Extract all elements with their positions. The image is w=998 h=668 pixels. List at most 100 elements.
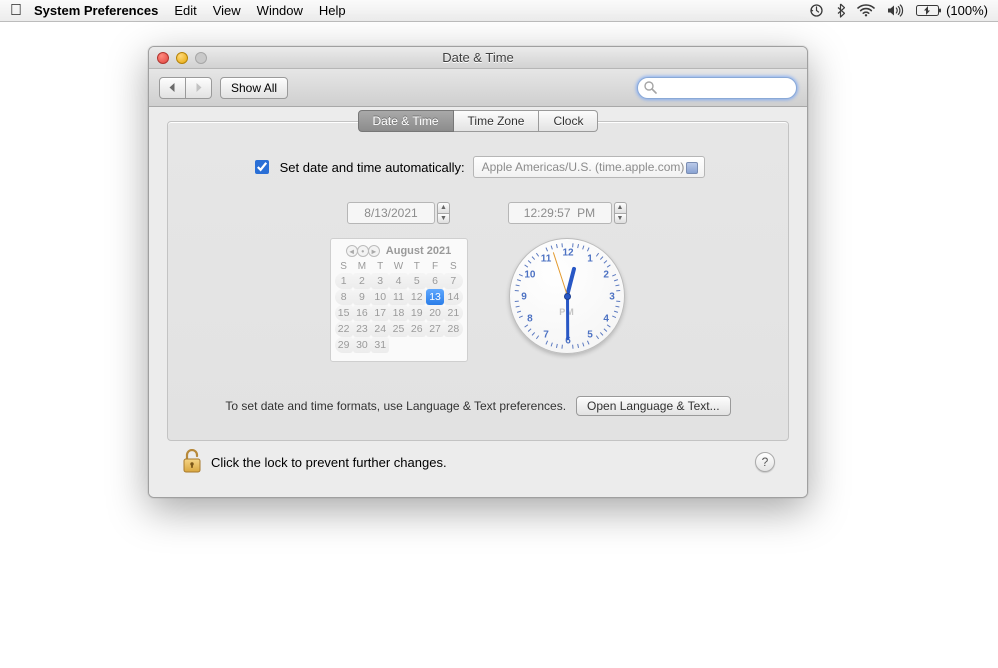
calendar-day: [408, 337, 426, 353]
calendar-day: 29: [335, 337, 353, 353]
time-server-select[interactable]: Apple Americas/U.S. (time.apple.com): [473, 156, 706, 178]
tab-time-zone[interactable]: Time Zone: [454, 110, 540, 132]
tab-date-time[interactable]: Date & Time: [358, 110, 454, 132]
battery-status[interactable]: (100%): [916, 3, 988, 18]
time-column: ▲▼ PM 123456789101112: [508, 202, 627, 354]
clock-numeral: 10: [524, 270, 535, 281]
show-all-button[interactable]: Show All: [220, 77, 288, 99]
search-input[interactable]: [637, 77, 797, 99]
calendar-day: 20: [426, 305, 444, 321]
calendar-day: 7: [444, 273, 462, 289]
calendar-dow: F: [426, 260, 444, 273]
calendar-nav: ◂ • ▸: [346, 245, 380, 257]
calendar: ◂ • ▸ August 2021 SMTWTFS 12345678910111…: [330, 238, 468, 362]
calendar-day: 4: [389, 273, 407, 289]
menu-window[interactable]: Window: [257, 3, 303, 18]
calendar-dow: W: [389, 260, 407, 273]
calendar-day: 27: [426, 321, 444, 337]
calendar-day: 31: [371, 337, 389, 353]
back-button[interactable]: [159, 77, 186, 99]
calendar-today-icon: •: [357, 245, 369, 257]
clock-numeral: 12: [562, 248, 573, 259]
calendar-day: 24: [371, 321, 389, 337]
menubar:  System Preferences Edit View Window He…: [0, 0, 998, 22]
time-field: [508, 202, 612, 224]
volume-icon[interactable]: [887, 4, 904, 17]
calendar-day: 12: [408, 289, 426, 305]
close-window-button[interactable]: [157, 52, 169, 64]
menu-help[interactable]: Help: [319, 3, 346, 18]
format-hint-text: To set date and time formats, use Langua…: [225, 399, 566, 413]
forward-button: [186, 77, 212, 99]
calendar-day: 13: [426, 289, 444, 305]
clock-numeral: 11: [541, 253, 552, 264]
auto-date-checkbox[interactable]: [255, 160, 269, 174]
wifi-icon[interactable]: [857, 4, 875, 17]
calendar-day: 26: [408, 321, 426, 337]
calendar-day: 5: [408, 273, 426, 289]
help-button[interactable]: ?: [755, 452, 775, 472]
calendar-grid: SMTWTFS 12345678910111213141516171819202…: [335, 260, 463, 353]
battery-percent: (100%): [946, 3, 988, 18]
window-title: Date & Time: [149, 50, 807, 65]
calendar-prev-icon: ◂: [346, 245, 358, 257]
analog-clock: PM 123456789101112: [509, 238, 625, 354]
app-menu[interactable]: System Preferences: [34, 3, 158, 18]
time-machine-icon[interactable]: [809, 3, 824, 18]
calendar-day: 30: [353, 337, 371, 353]
calendar-day: 6: [426, 273, 444, 289]
calendar-dow: S: [335, 260, 353, 273]
calendar-next-icon: ▸: [368, 245, 380, 257]
bluetooth-icon[interactable]: [836, 3, 845, 18]
calendar-day: 15: [335, 305, 353, 321]
calendar-day: 23: [353, 321, 371, 337]
calendar-day: 21: [444, 305, 462, 321]
main-panel: Date & Time Time Zone Clock Set date and…: [167, 121, 789, 441]
calendar-dow: M: [353, 260, 371, 273]
calendar-day: 25: [389, 321, 407, 337]
calendar-month-label: August 2021: [386, 245, 451, 257]
menu-edit[interactable]: Edit: [174, 3, 196, 18]
calendar-day: 22: [335, 321, 353, 337]
search-icon: [644, 81, 657, 97]
clock-numeral: 4: [603, 314, 609, 325]
lock-icon[interactable]: [181, 449, 203, 475]
clock-numeral: 7: [543, 330, 549, 341]
zoom-window-button: [195, 52, 207, 64]
tabs: Date & Time Time Zone Clock: [168, 110, 788, 132]
clock-numeral: 8: [527, 314, 533, 325]
calendar-day: 28: [444, 321, 462, 337]
titlebar[interactable]: Date & Time: [149, 47, 807, 69]
calendar-day: 2: [353, 273, 371, 289]
calendar-day: 18: [389, 305, 407, 321]
calendar-day: 1: [335, 273, 353, 289]
date-field: [347, 202, 435, 224]
footer: Click the lock to prevent further change…: [167, 441, 789, 489]
apple-menu-icon[interactable]: : [10, 2, 22, 20]
minimize-window-button[interactable]: [176, 52, 188, 64]
lock-hint-text: Click the lock to prevent further change…: [211, 455, 447, 470]
clock-numeral: 2: [603, 270, 609, 281]
menu-view[interactable]: View: [213, 3, 241, 18]
open-language-text-button[interactable]: Open Language & Text...: [576, 396, 731, 416]
clock-numeral: 1: [587, 253, 593, 264]
calendar-day: 9: [353, 289, 371, 305]
calendar-dow: T: [408, 260, 426, 273]
auto-date-label: Set date and time automatically:: [280, 160, 465, 175]
calendar-day: 8: [335, 289, 353, 305]
calendar-day: 16: [353, 305, 371, 321]
calendar-day: [426, 337, 444, 353]
calendar-dow: T: [371, 260, 389, 273]
clock-hand-m: [566, 296, 569, 340]
calendar-day: 14: [444, 289, 462, 305]
toolbar: Show All: [149, 69, 807, 107]
prefs-window: Date & Time Show All Date & Time Time Zo…: [148, 46, 808, 498]
calendar-dow: S: [444, 260, 462, 273]
calendar-day: 19: [408, 305, 426, 321]
date-stepper: ▲▼: [437, 202, 450, 224]
clock-numeral: 9: [521, 292, 527, 303]
calendar-day: 10: [371, 289, 389, 305]
date-column: ▲▼ ◂ • ▸ August 2021: [330, 202, 468, 362]
time-stepper: ▲▼: [614, 202, 627, 224]
tab-clock[interactable]: Clock: [539, 110, 598, 132]
